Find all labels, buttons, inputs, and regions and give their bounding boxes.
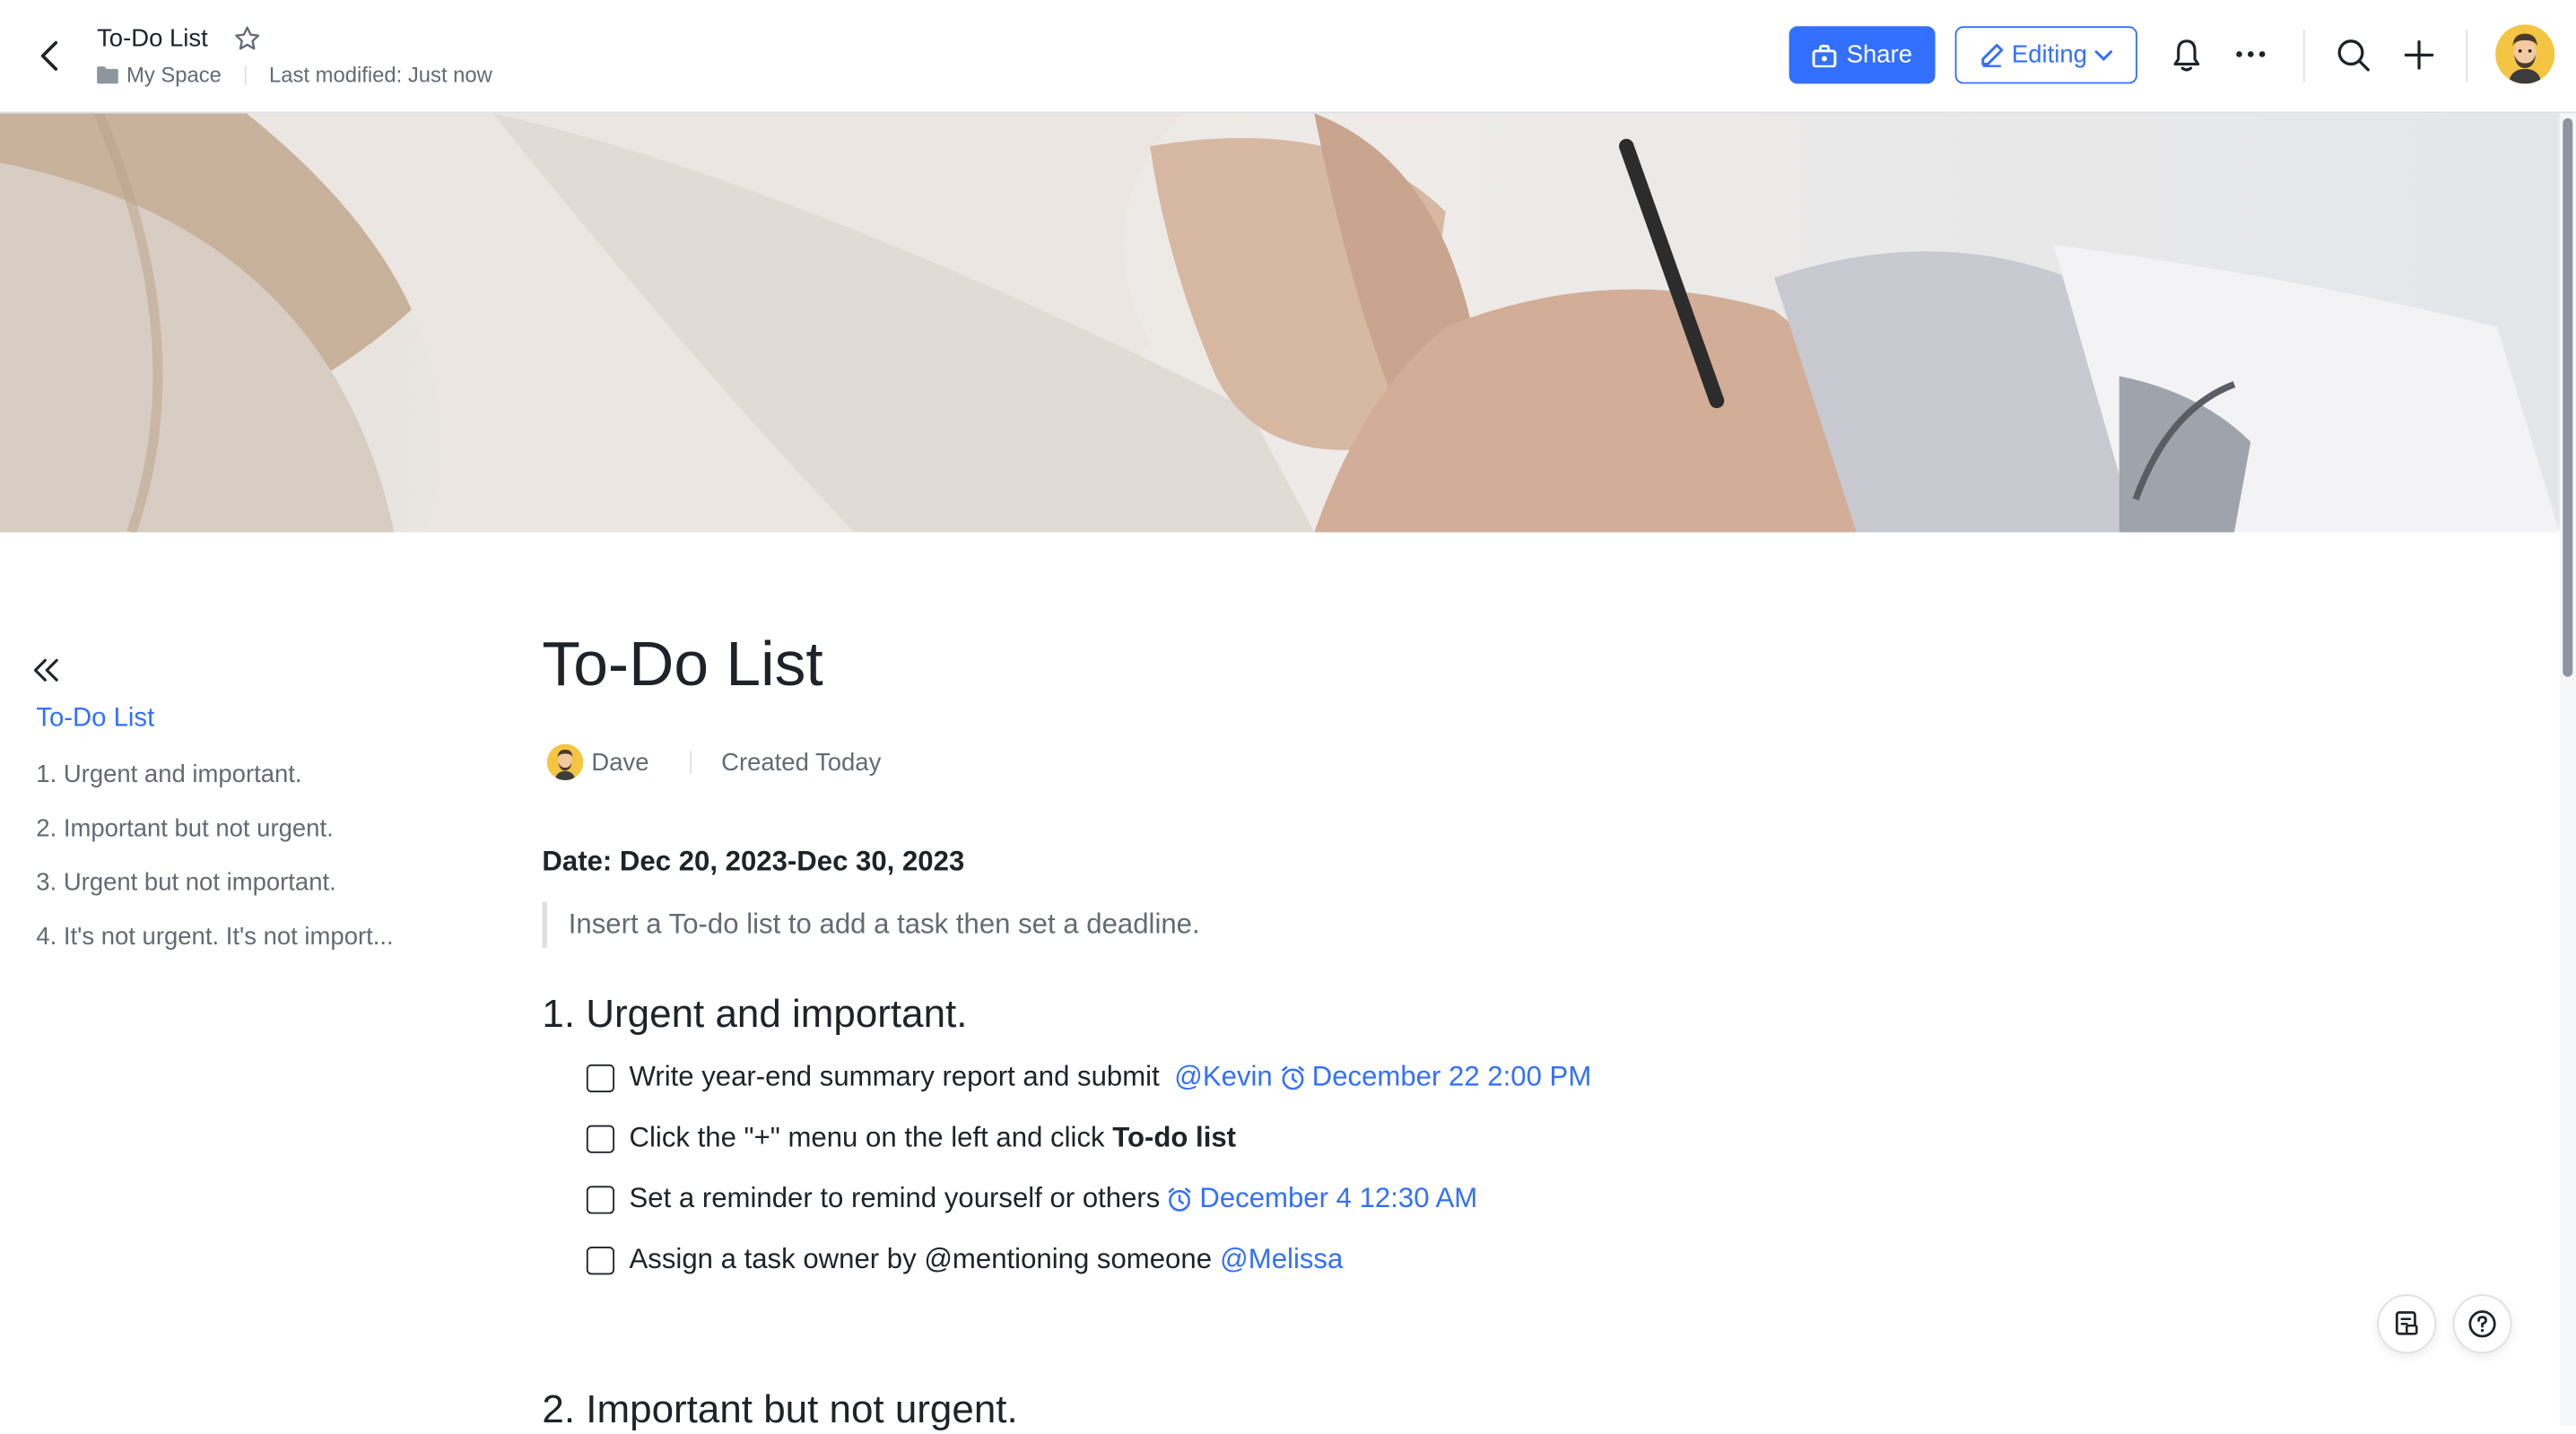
mention-melissa[interactable]: @Melissa <box>1220 1244 1343 1277</box>
document-title[interactable]: To-Do List <box>542 630 822 701</box>
alarm-clock-icon <box>1281 1065 1304 1091</box>
reminder-date: December 4 12:30 AM <box>1199 1182 1478 1214</box>
todo-item: Write year-end summary report and submit… <box>586 1061 1591 1094</box>
todo-checkbox[interactable] <box>586 1246 615 1274</box>
pencil-icon <box>1980 43 2003 67</box>
location-link[interactable]: My Space <box>126 63 222 87</box>
heading-section-1[interactable]: 1. Urgent and important. <box>542 992 967 1038</box>
doc-meta: My Space Last modified: Just now <box>97 63 492 87</box>
scrollbar-thumb[interactable] <box>2563 117 2573 677</box>
todo-text[interactable]: Set a reminder to remind yourself or oth… <box>630 1183 1161 1216</box>
plus-icon[interactable] <box>2397 33 2440 76</box>
author-avatar[interactable] <box>546 743 584 781</box>
top-bar: To-Do List My Space Last modified: Just … <box>0 0 2576 114</box>
toc-item-section-2[interactable]: 2. Important but not urgent. <box>36 814 333 842</box>
bell-icon[interactable] <box>2165 33 2208 76</box>
meta-divider <box>244 65 247 85</box>
share-button[interactable]: Share <box>1788 26 1936 84</box>
toc-item-section-4[interactable]: 4. It's not urgent. It's not import... <box>36 923 393 951</box>
editing-label: Editing <box>2011 40 2087 69</box>
cover-image <box>0 113 2560 533</box>
more-options-icon[interactable] <box>2229 33 2272 76</box>
toc-item-section-1[interactable]: 1. Urgent and important. <box>36 760 301 788</box>
document-outline-icon[interactable] <box>2377 1294 2437 1354</box>
share-lock-icon <box>1812 43 1837 67</box>
star-icon[interactable] <box>233 24 261 60</box>
todo-item: Click the "+" menu on the left and click… <box>586 1122 1236 1155</box>
toc-item-section-3[interactable]: 3. Urgent but not important. <box>36 869 335 897</box>
heading-section-2[interactable]: 2. Important but not urgent. <box>542 1388 1017 1434</box>
todo-item: Assign a task owner by @mentioning someo… <box>586 1244 1343 1277</box>
collapse-outline-icon[interactable] <box>26 650 65 690</box>
quote-block[interactable]: Insert a To-do list to add a task then s… <box>542 901 1200 948</box>
toc-item-title[interactable]: To-Do List <box>36 705 154 734</box>
scrollbar[interactable] <box>2559 113 2576 1426</box>
reminder[interactable]: December 4 12:30 AM <box>1167 1183 1477 1216</box>
toolbar-divider <box>2466 29 2468 83</box>
reminder-date: December 22 2:00 PM <box>1311 1061 1592 1093</box>
author-line: Dave Created Today <box>546 743 882 781</box>
doc-title[interactable]: To-Do List <box>97 24 208 52</box>
author-divider <box>690 751 692 774</box>
todo-item: Set a reminder to remind yourself or oth… <box>586 1183 1477 1216</box>
todo-checkbox[interactable] <box>586 1124 615 1152</box>
help-icon[interactable] <box>2452 1294 2512 1354</box>
search-icon[interactable] <box>2331 33 2374 76</box>
share-label: Share <box>1846 40 1913 69</box>
alarm-clock-icon <box>1169 1187 1191 1212</box>
mention-kevin[interactable]: @Kevin <box>1174 1061 1273 1094</box>
chevron-down-icon <box>2095 49 2113 61</box>
todo-checkbox[interactable] <box>586 1063 615 1092</box>
last-modified: Last modified: Just now <box>269 62 492 88</box>
todo-bold-text[interactable]: To-do list <box>1112 1122 1236 1155</box>
author-name[interactable]: Dave <box>591 748 648 776</box>
date-range[interactable]: Date: Dec 20, 2023-Dec 30, 2023 <box>542 846 964 879</box>
todo-text[interactable]: Write year-end summary report and submit <box>630 1061 1160 1094</box>
todo-text[interactable]: Click the "+" menu on the left and click <box>630 1122 1113 1155</box>
editing-mode-button[interactable]: Editing <box>1954 26 2137 84</box>
todo-checkbox[interactable] <box>586 1185 615 1213</box>
reminder[interactable]: December 22 2:00 PM <box>1279 1061 1591 1094</box>
folder-icon <box>97 66 118 84</box>
user-avatar[interactable] <box>2495 24 2555 84</box>
back-arrow-icon[interactable] <box>26 33 72 79</box>
toolbar-divider <box>2302 29 2305 83</box>
created-date: Created Today <box>721 748 882 777</box>
todo-text[interactable]: Assign a task owner by @mentioning someo… <box>630 1244 1213 1277</box>
